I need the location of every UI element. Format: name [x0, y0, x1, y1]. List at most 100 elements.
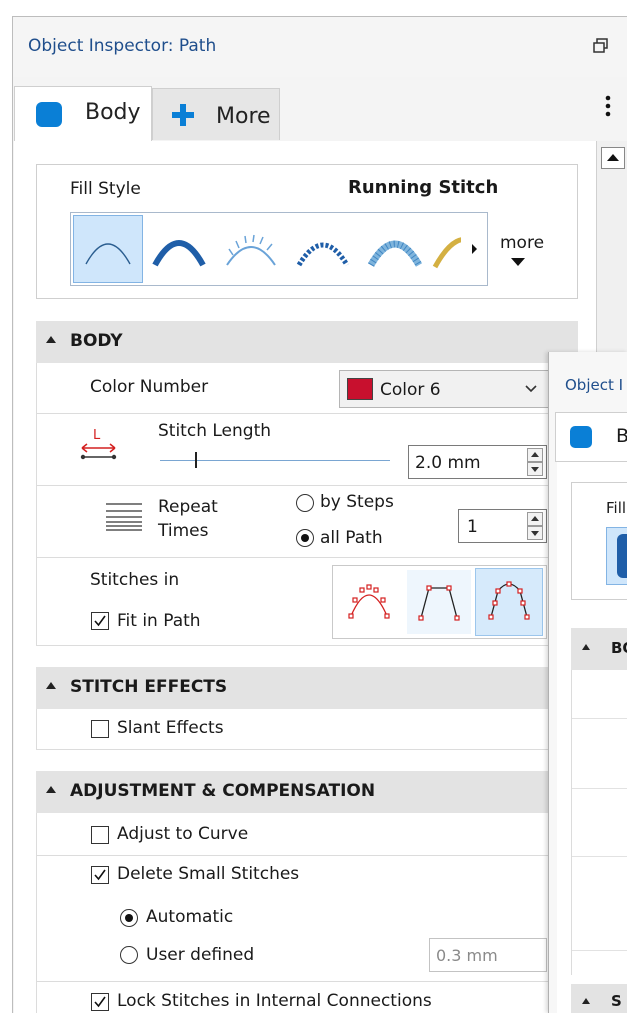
stitch-length-label: Stitch Length: [158, 421, 272, 441]
color-number-label: Color Number: [90, 377, 209, 397]
overlay-divider: [572, 788, 627, 789]
radio-dot: [301, 534, 309, 542]
collapse-arrow-icon: [582, 998, 590, 1004]
all-path-radio[interactable]: [296, 529, 314, 547]
overlay-section-header[interactable]: BO: [571, 628, 627, 670]
fill-style-value: Running Stitch: [348, 177, 499, 198]
chevron-down-icon[interactable]: [511, 258, 525, 266]
stitch-length-value: 2.0 mm: [415, 453, 481, 473]
gallery-item-motif[interactable]: [361, 215, 431, 283]
lock-stitches-checkbox[interactable]: [91, 993, 109, 1011]
overlay-fill-label: Fill: [606, 499, 627, 517]
overlay-inspector-window: Object I B Fill BO S: [548, 352, 627, 1013]
chevron-down-icon: [531, 531, 539, 536]
adjust-to-curve-label: Adjust to Curve: [117, 824, 249, 844]
stitch-type-gallery[interactable]: [70, 212, 488, 286]
repeat-count-input[interactable]: 1: [458, 509, 547, 543]
overlay-section-title: BO: [611, 639, 627, 657]
by-steps-radio[interactable]: [296, 494, 314, 512]
times-label: Times: [158, 521, 209, 541]
stitch-mode-option-2[interactable]: [407, 570, 471, 634]
adjustment-title: ADJUSTMENT & COMPENSATION: [70, 781, 376, 801]
gallery-item-bean[interactable]: [289, 215, 359, 283]
satin-stitch-icon: [617, 534, 627, 578]
stitch-mode-option-3[interactable]: [475, 568, 543, 636]
overlay-tab-body[interactable]: B: [555, 412, 627, 462]
overlay-divider: [572, 718, 627, 719]
repeat-label: Repeat: [158, 497, 218, 517]
user-defined-radio[interactable]: [120, 946, 138, 964]
stitch-mode-option-1[interactable]: [337, 570, 401, 634]
window-title: Object Inspector: Path: [28, 36, 217, 56]
stitch-effects-header[interactable]: STITCH EFFECTS: [36, 667, 578, 709]
stitch-length-input[interactable]: 2.0 mm: [408, 445, 547, 479]
slant-effects-checkbox[interactable]: [91, 720, 109, 738]
checkmark-icon: [94, 869, 106, 881]
body-section-title: BODY: [70, 331, 123, 351]
fit-in-path-label: Fit in Path: [117, 611, 201, 631]
gold-stitch-icon: [432, 237, 461, 269]
svg-text:L: L: [93, 428, 101, 443]
body-section-header[interactable]: BODY: [36, 321, 578, 363]
slider-thumb[interactable]: [195, 452, 197, 468]
gallery-item-comb[interactable]: [217, 215, 287, 283]
spin-up-button[interactable]: [527, 512, 543, 526]
tab-body-label: Body: [85, 100, 141, 125]
overlay-divider: [572, 950, 627, 951]
gallery-item-running[interactable]: [73, 215, 143, 283]
user-defined-value: 0.3 mm: [436, 946, 498, 965]
user-defined-label: User defined: [146, 945, 255, 965]
body-tab-icon: [36, 102, 62, 127]
color-swatch: [347, 378, 373, 400]
spin-down-button[interactable]: [527, 462, 543, 476]
tab-body[interactable]: Body: [14, 86, 152, 142]
automatic-label: Automatic: [146, 907, 234, 927]
overlay-gallery-selected[interactable]: [606, 527, 627, 585]
overlay-fill-box: Fill: [571, 482, 627, 600]
spin-up-button[interactable]: [527, 448, 543, 462]
corner-path-icon: [418, 585, 460, 621]
stitches-in-options: [332, 565, 547, 639]
automatic-radio[interactable]: [120, 909, 138, 927]
radio-dot: [125, 914, 133, 922]
chevron-up-icon: [607, 154, 619, 161]
overlay-row-lines: [571, 670, 627, 975]
collapse-arrow-icon: [582, 644, 590, 650]
adjust-to-curve-checkbox[interactable]: [91, 826, 109, 844]
overlay-divider: [572, 856, 627, 857]
overlay-section2-header[interactable]: S: [571, 984, 627, 1013]
repeat-lines-icon: [106, 503, 142, 531]
spin-down-button[interactable]: [527, 526, 543, 540]
scroll-up-button[interactable]: [601, 147, 625, 169]
body-tab-icon: [570, 426, 592, 448]
tab-more[interactable]: More: [152, 88, 280, 140]
fill-style-label: Fill Style: [70, 179, 141, 199]
more-styles-button[interactable]: more: [500, 233, 544, 253]
plus-icon: [172, 104, 194, 126]
restore-window-icon[interactable]: [591, 36, 611, 56]
by-steps-label: by Steps: [320, 492, 394, 512]
adjustment-header[interactable]: ADJUSTMENT & COMPENSATION: [36, 771, 578, 813]
bean-stitch-icon: [296, 242, 350, 267]
chevron-up-icon: [531, 516, 539, 521]
stitch-length-slider[interactable]: [160, 450, 390, 470]
all-path-label: all Path: [320, 528, 383, 548]
kebab-menu-icon[interactable]: [604, 95, 612, 119]
gallery-item-satin[interactable]: [145, 215, 215, 283]
delete-small-label: Delete Small Stitches: [117, 864, 300, 884]
gallery-item-gold[interactable]: [427, 215, 461, 283]
comb-stitch-icon: [226, 234, 276, 266]
nodes-curve-icon: [348, 584, 390, 619]
delete-small-checkbox[interactable]: [91, 866, 109, 884]
color-number-value: Color 6: [380, 380, 441, 400]
stitches-in-label: Stitches in: [90, 570, 180, 590]
collapse-arrow-icon: [46, 682, 56, 689]
running-stitch-icon: [85, 243, 131, 265]
top-strip: [0, 0, 627, 16]
checkmark-icon: [94, 996, 106, 1008]
gallery-scroll-right[interactable]: [465, 215, 485, 283]
fit-in-path-checkbox[interactable]: [91, 612, 109, 630]
user-defined-input[interactable]: 0.3 mm: [429, 938, 547, 972]
nodes-path-icon: [488, 581, 530, 620]
repeat-count-value: 1: [467, 517, 478, 537]
